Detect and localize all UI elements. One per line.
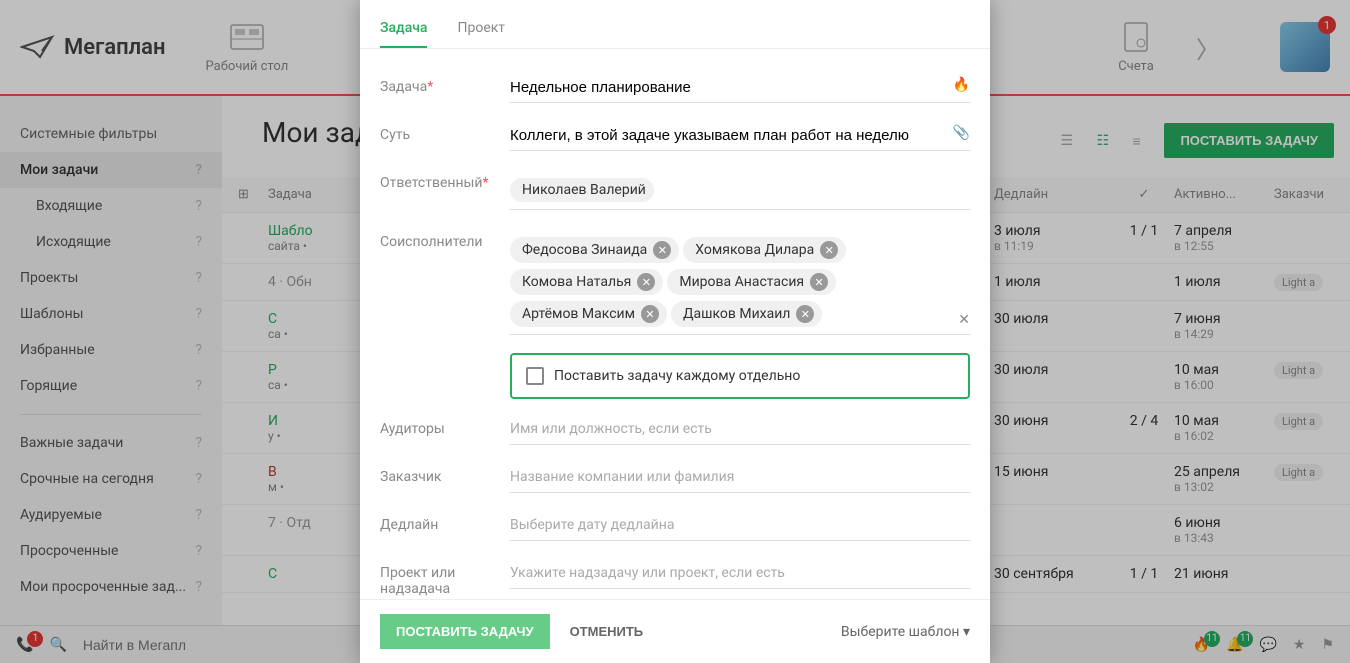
coexec-chip[interactable]: Мирова Анастасия✕ (667, 269, 836, 295)
submit-button[interactable]: ПОСТАВИТЬ ЗАДАЧУ (380, 614, 550, 649)
customer-input[interactable]: Название компании или фамилия (510, 469, 734, 485)
checkbox-icon (526, 367, 544, 385)
remove-chip-icon[interactable]: ✕ (810, 273, 828, 291)
coexec-chip[interactable]: Федосова Зинаида✕ (510, 237, 679, 263)
responsible-chip[interactable]: Николаев Валерий (510, 178, 654, 202)
cancel-button[interactable]: ОТМЕНИТЬ (570, 624, 644, 639)
modal-body: Задача* 🔥 Суть 📎 Ответственный* Николаев… (360, 49, 990, 599)
coexec-field[interactable]: Федосова Зинаида✕Хомякова Дилара✕ Комова … (510, 230, 970, 335)
remove-chip-icon[interactable]: ✕ (637, 273, 655, 291)
auditors-input[interactable]: Имя или должность, если есть (510, 421, 712, 437)
deadline-input[interactable]: Выберите дату дедлайна (510, 517, 674, 533)
assign-each-checkbox[interactable]: Поставить задачу каждому отдельно (510, 353, 970, 399)
remove-chip-icon[interactable]: ✕ (820, 241, 838, 259)
modal-footer: ПОСТАВИТЬ ЗАДАЧУ ОТМЕНИТЬ Выберите шабло… (360, 599, 990, 663)
tab-task[interactable]: Задача (380, 20, 427, 48)
remove-chip-icon[interactable]: ✕ (641, 305, 659, 323)
template-select[interactable]: Выберите шаблон ▾ (841, 624, 970, 640)
essence-input[interactable] (510, 127, 970, 144)
remove-chip-icon[interactable]: ✕ (796, 305, 814, 323)
coexec-chip[interactable]: Артёмов Максим✕ (510, 301, 667, 327)
supertask-input[interactable]: Укажите надзадачу или проект, если есть (510, 565, 785, 581)
create-task-modal: Задача Проект Задача* 🔥 Суть 📎 Ответстве… (360, 0, 990, 663)
coexec-chip[interactable]: Комова Наталья✕ (510, 269, 663, 295)
task-name-input[interactable] (510, 79, 970, 96)
modal-tabs: Задача Проект (360, 0, 990, 49)
fire-icon[interactable]: 🔥 (953, 77, 970, 93)
coexec-chip[interactable]: Хомякова Дилара✕ (683, 237, 846, 263)
clear-chips-icon[interactable]: ✕ (958, 312, 970, 328)
coexec-chip[interactable]: Дашков Михаил✕ (671, 301, 822, 327)
attach-icon[interactable]: 📎 (953, 125, 970, 141)
tab-project[interactable]: Проект (457, 20, 505, 48)
remove-chip-icon[interactable]: ✕ (653, 241, 671, 259)
